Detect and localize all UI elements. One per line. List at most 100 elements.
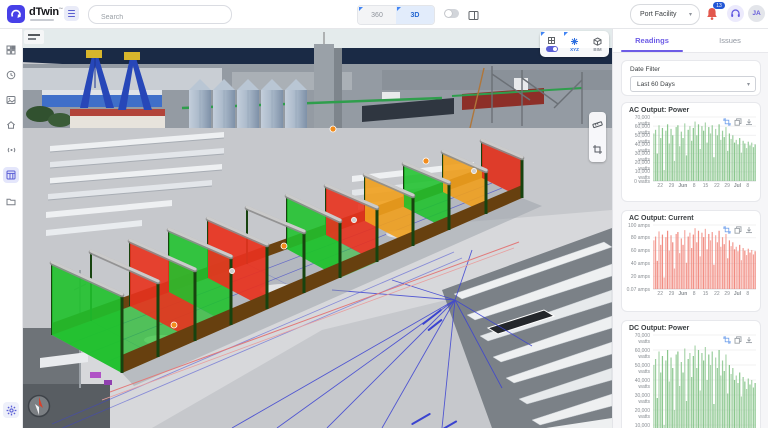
bar <box>655 237 656 289</box>
sidebar-item-history[interactable] <box>3 67 19 83</box>
bar <box>677 352 678 428</box>
search-box <box>88 5 232 24</box>
bar <box>682 373 683 428</box>
bar <box>737 383 738 428</box>
bar <box>696 242 697 289</box>
chart-expand-icon[interactable] <box>723 118 731 126</box>
sidebar-item-dashboard[interactable] <box>3 42 19 58</box>
bar <box>657 261 658 289</box>
main-menu-button[interactable] <box>64 6 79 21</box>
sidebar-item-readings[interactable] <box>3 167 19 183</box>
chart-copy-icon[interactable] <box>734 226 742 234</box>
bar <box>708 355 709 428</box>
gear-icon <box>6 405 17 416</box>
bar <box>698 350 699 428</box>
bar <box>741 397 742 428</box>
support-button[interactable] <box>727 5 744 22</box>
bar <box>718 231 719 289</box>
bar <box>755 144 756 181</box>
bar <box>684 123 685 181</box>
measure-icon[interactable] <box>592 119 603 130</box>
axes-icon <box>570 37 579 46</box>
chart-download-icon[interactable] <box>745 118 753 126</box>
bar <box>720 376 721 428</box>
bar <box>737 144 738 181</box>
bar <box>688 359 689 428</box>
bar <box>679 253 680 289</box>
chart-title: AC Output: Power <box>629 107 689 114</box>
sidebar-item-assets[interactable] <box>3 117 19 133</box>
chart-expand-icon[interactable] <box>723 226 731 234</box>
bar <box>718 350 719 428</box>
site-selector-dropdown[interactable]: Port Facility▾ <box>630 4 700 25</box>
bar <box>713 157 714 181</box>
tab-issues[interactable]: Issues <box>691 28 768 52</box>
chart-download-icon[interactable] <box>745 226 753 234</box>
chart-expand-icon[interactable] <box>723 336 731 344</box>
y-tick-label: 40,000 watts <box>622 378 650 390</box>
chevron-down-icon: ▾ <box>689 11 692 18</box>
chart-copy-icon[interactable] <box>734 118 742 126</box>
bim-button[interactable]: BIM <box>586 31 609 57</box>
bar <box>720 140 721 181</box>
bar <box>676 127 677 181</box>
date-filter-label: Date Filter <box>630 66 660 73</box>
bar <box>739 138 740 181</box>
y-tick-label: 20 amps <box>622 274 650 280</box>
model-toggle-on[interactable] <box>546 46 558 52</box>
bar <box>712 232 713 289</box>
panel-tabs: Readings Issues <box>613 28 768 53</box>
bar <box>676 355 677 428</box>
sensors-icon <box>6 145 17 155</box>
brand-name: dTwin™ <box>29 6 63 18</box>
3d-scene-canvas[interactable] <box>22 28 612 428</box>
bar <box>701 233 702 289</box>
sidebar-item-projects[interactable] <box>3 193 19 209</box>
sidebar-item-gallery[interactable] <box>3 92 19 108</box>
bar <box>691 377 692 428</box>
bar <box>715 129 716 181</box>
overlay-toggle[interactable] <box>444 9 459 18</box>
user-avatar[interactable]: JA <box>748 5 765 22</box>
clip-icon[interactable] <box>592 144 603 155</box>
chart-copy-icon[interactable] <box>734 336 742 344</box>
bar <box>741 260 742 289</box>
split-view-icon[interactable] <box>468 8 479 19</box>
compass-widget[interactable] <box>29 396 50 417</box>
bar <box>670 358 671 428</box>
xyz-axes-button[interactable]: XYZ <box>563 31 586 57</box>
bar <box>748 249 749 289</box>
dtwin-logo-icon[interactable] <box>7 5 25 23</box>
bar <box>732 135 733 181</box>
site-selector-value: Port Facility <box>640 11 689 18</box>
search-input[interactable] <box>99 13 223 22</box>
bar <box>722 237 723 289</box>
bar <box>677 232 678 289</box>
sidebar-item-sensors[interactable] <box>3 142 19 158</box>
headset-icon <box>730 8 741 19</box>
chart-download-icon[interactable] <box>745 336 753 344</box>
y-tick-label: 0 watts <box>622 179 650 185</box>
bar <box>665 237 666 289</box>
bar <box>751 380 752 428</box>
settings-button[interactable] <box>3 402 19 418</box>
bar <box>749 145 750 181</box>
bar <box>724 371 725 428</box>
bar <box>746 389 747 428</box>
tab-readings[interactable]: Readings <box>613 28 691 52</box>
date-filter-dropdown[interactable]: Last 60 Days▾ <box>630 76 756 92</box>
bar <box>686 263 687 289</box>
bar <box>749 385 750 428</box>
bar <box>684 349 685 428</box>
view-3d-button[interactable]: 3D <box>396 6 434 24</box>
model-visibility-button[interactable] <box>540 31 563 57</box>
bar <box>720 247 721 289</box>
view-360-button[interactable]: 360 <box>358 6 396 24</box>
bar <box>743 141 744 181</box>
chart-plot <box>653 225 756 289</box>
bar <box>660 373 661 428</box>
bar <box>748 142 749 181</box>
bar <box>662 235 663 289</box>
bar <box>693 128 694 181</box>
3d-viewport[interactable]: XYZ BIM <box>22 28 612 428</box>
